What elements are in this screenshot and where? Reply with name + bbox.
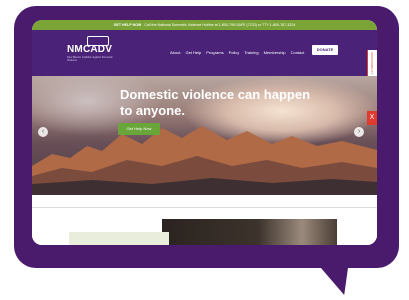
nav-item-contact[interactable]: Contact <box>291 50 305 55</box>
donate-button[interactable]: DONATE <box>312 45 338 55</box>
hero-title: Domestic violence can happen to anyone. <box>120 87 311 118</box>
nav-item-get-help[interactable]: Get Help <box>185 50 201 55</box>
quick-exit-button[interactable]: X <box>367 111 377 125</box>
section-photo <box>162 219 337 245</box>
nav-item-policy[interactable]: Policy <box>229 50 240 55</box>
speech-bubble-tail <box>304 255 350 295</box>
accessibility-tab-label: ACCESSIBILITY <box>370 52 374 75</box>
logo-subtitle: New Mexico Coalition Against Domestic Vi… <box>67 56 113 62</box>
alert-bar: GET HELP NOW Call the National Domestic … <box>32 20 377 30</box>
alert-lead: GET HELP NOW <box>113 23 142 27</box>
carousel-next-arrow-icon[interactable]: › <box>354 127 364 137</box>
alert-text[interactable]: Call the National Domestic Violence Hotl… <box>144 23 295 27</box>
divider <box>32 207 377 208</box>
logo[interactable]: NMCADV New Mexico Coalition Against Dome… <box>67 36 113 66</box>
section-card <box>69 232 169 245</box>
nav-item-membership[interactable]: Membership <box>264 50 286 55</box>
nav-item-about[interactable]: About <box>170 50 180 55</box>
navbar: NMCADV New Mexico Coalition Against Dome… <box>32 30 377 92</box>
website-screenshot: GET HELP NOW Call the National Domestic … <box>32 20 377 245</box>
hero-banner: Domestic violence can happen to anyone. … <box>32 76 377 195</box>
get-help-now-button[interactable]: Get Help Now <box>118 123 160 135</box>
logo-name: NMCADV <box>67 44 113 55</box>
nav-item-programs[interactable]: Programs <box>206 50 223 55</box>
content-section <box>32 195 377 245</box>
carousel-prev-arrow-icon[interactable]: ‹ <box>38 127 48 137</box>
nav-menu: About Get Help Programs Policy Training … <box>170 50 304 55</box>
nav-item-training[interactable]: Training <box>244 50 258 55</box>
hero-mountains <box>32 126 377 195</box>
